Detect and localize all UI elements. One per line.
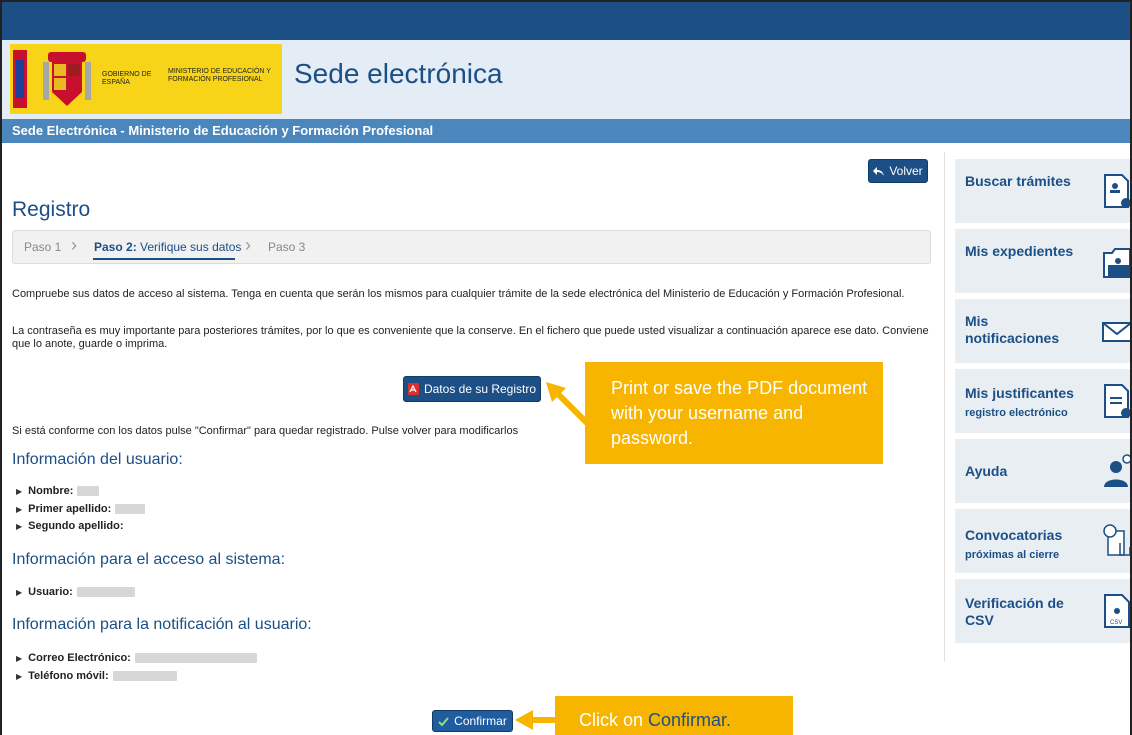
redacted-value (134, 653, 257, 663)
sidebar-item-label: Mis notificaciones (965, 313, 1060, 346)
back-arrow-icon (873, 166, 885, 176)
step-2-current: Paso 2: Verifique sus datos (94, 240, 241, 254)
sidebar-item-mis-expedientes[interactable]: Mis expedientes (955, 229, 1130, 293)
step-2-prefix: Paso 2: (94, 240, 137, 254)
coat-of-arms-icon (43, 52, 91, 106)
info-segundo-apellido: ▶ Segundo apellido: (16, 520, 124, 532)
correo-label: Correo Electrónico: (28, 652, 131, 664)
datos-registro-button[interactable]: Datos de su Registro (403, 376, 541, 402)
bullet-triangle-icon: ▶ (16, 587, 23, 597)
logo-text-ministerio: MINISTERIO DE EDUCACIÓN Y FORMACIÓN PROF… (168, 68, 271, 83)
top-bar (2, 2, 1130, 40)
step-3: Paso 3 (268, 240, 306, 254)
sidebar-item-mis-justificantes[interactable]: Mis justificantes registro electrónico (955, 369, 1130, 433)
redacted-value (76, 587, 135, 597)
confirmar-button[interactable]: Confirmar (432, 710, 513, 732)
checkmark-icon (438, 716, 449, 726)
site-header: GOBIERNO DE ESPAÑA MINISTERIO DE EDUCACI… (2, 40, 1130, 119)
svg-text:CSV: CSV (1110, 620, 1122, 626)
sidebar-item-label: Verificación de CSV (965, 595, 1064, 628)
segundo-apellido-label: Segundo apellido: (28, 520, 124, 532)
sidebar-item-verificacion-csv[interactable]: Verificación de CSV CSV (955, 579, 1130, 643)
sidebar-item-buscar-tramites[interactable]: Buscar trámites (955, 159, 1130, 223)
sidebar-item-label: Buscar trámites (965, 173, 1071, 189)
sidebar-item-ayuda[interactable]: Ayuda (955, 439, 1130, 503)
info-telefono: ▶ Teléfono móvil: (16, 670, 177, 682)
site-title[interactable]: Sede electrónica (294, 58, 503, 90)
step-2-text: Verifique sus datos (136, 240, 242, 254)
info-nombre: ▶ Nombre: (16, 485, 100, 497)
usuario-label: Usuario: (28, 586, 73, 598)
confirm-callout-word: Confirmar. (648, 710, 732, 730)
user-help-icon (1104, 454, 1130, 487)
bullet-triangle-icon: ▶ (16, 671, 23, 681)
chevron-right-icon: › (245, 235, 251, 255)
section-access-info: Información para el acceso al sistema: (12, 551, 286, 568)
app-frame: GOBIERNO DE ESPAÑA MINISTERIO DE EDUCACI… (0, 0, 1132, 735)
step-progress: Paso 1 › Paso 2: Verifique sus datos › P… (12, 230, 931, 264)
step-1: Paso 1 (24, 240, 62, 254)
intro-paragraph-1: Compruebe sus datos de acceso al sistema… (12, 288, 905, 300)
sidebar-item-label: Ayuda (965, 463, 1008, 479)
column-divider (944, 152, 945, 662)
section-user-info: Información del usuario: (12, 451, 183, 468)
callout-arrow-icon (546, 382, 590, 427)
info-primer-apellido: ▶ Primer apellido: (16, 503, 146, 515)
document-download-icon (1104, 384, 1130, 418)
intro-paragraph-2: La contraseña es muy importante para pos… (12, 325, 929, 350)
telefono-label: Teléfono móvil: (28, 670, 109, 682)
page-title: Registro (12, 198, 91, 221)
search-document-icon (1104, 174, 1130, 208)
bullet-triangle-icon: ▶ (16, 653, 23, 663)
primer-apellido-label: Primer apellido: (28, 503, 112, 515)
redacted-value (115, 504, 146, 514)
confirmar-label: Confirmar (454, 714, 507, 728)
sidebar-item-mis-notificaciones[interactable]: Mis notificaciones (955, 299, 1130, 363)
datos-registro-label: Datos de su Registro (423, 382, 537, 396)
bullet-triangle-icon: ▶ (16, 504, 23, 514)
pdf-callout: Print or save the PDF document with your… (585, 362, 883, 464)
volver-button[interactable]: Volver (868, 159, 928, 183)
flag-icon (13, 50, 27, 108)
calendar-touch-icon (1103, 524, 1130, 556)
sidebar-item-label: Mis justificantes (965, 385, 1074, 401)
nombre-label: Nombre: (28, 485, 74, 497)
callout-arrow-icon (515, 710, 557, 730)
ministry-title: Sede Electrónica - Ministerio de Educaci… (12, 123, 434, 138)
active-step-underline (93, 258, 235, 260)
info-correo: ▶ Correo Electrónico: (16, 652, 257, 664)
sidebar-item-sublabel: próximas al cierre (965, 549, 1060, 561)
envelope-icon (1102, 322, 1130, 342)
sidebar-item-label: Convocatorias (965, 527, 1063, 543)
redacted-value (112, 671, 177, 681)
bullet-triangle-icon: ▶ (16, 521, 23, 531)
volver-label: Volver (889, 164, 923, 178)
csv-document-icon: CSV (1104, 594, 1130, 628)
bullet-triangle-icon: ▶ (16, 486, 23, 496)
government-logo[interactable]: GOBIERNO DE ESPAÑA MINISTERIO DE EDUCACI… (10, 44, 282, 114)
confirm-callout-prefix: Click on (579, 710, 649, 730)
chevron-right-icon: › (71, 235, 77, 255)
sidebar-item-convocatorias[interactable]: Convocatorias próximas al cierre (955, 509, 1130, 573)
ministry-bar: Sede Electrónica - Ministerio de Educaci… (2, 119, 1130, 143)
sidebar-item-sublabel: registro electrónico (965, 407, 1068, 419)
pdf-icon (407, 383, 419, 395)
redacted-value (77, 486, 100, 496)
logo-text-gobierno: GOBIERNO DE ESPAÑA (102, 71, 152, 86)
folder-search-icon (1103, 248, 1130, 278)
info-usuario: ▶ Usuario: (16, 586, 135, 598)
sidebar-item-label: Mis expedientes (965, 243, 1074, 259)
confirm-callout: Click on Confirmar. (555, 696, 793, 735)
section-notification-info: Información para la notificación al usua… (12, 616, 312, 633)
